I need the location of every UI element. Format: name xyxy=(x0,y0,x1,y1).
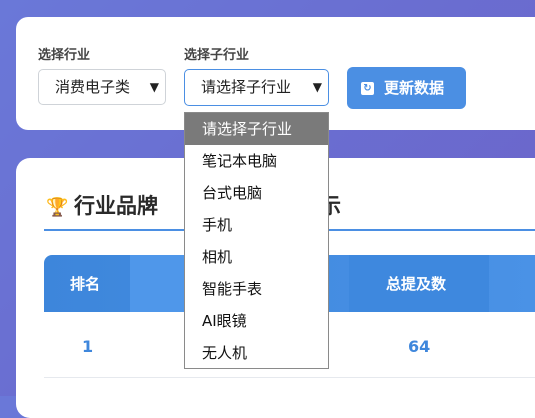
ranking-title: 🏆 行业品牌 xyxy=(46,190,158,220)
dropdown-option[interactable]: 台式电脑 xyxy=(185,177,328,209)
dropdown-option[interactable]: 相机 xyxy=(185,241,328,273)
trophy-icon: 🏆 xyxy=(46,197,69,218)
subindustry-label: 选择子行业 xyxy=(184,48,250,63)
chevron-down-icon: ▼ xyxy=(312,80,322,94)
industry-select-value: 消费电子类 xyxy=(55,78,131,96)
subindustry-select-value: 请选择子行业 xyxy=(201,78,292,96)
subindustry-select[interactable]: 请选择子行业 ▼ xyxy=(184,69,329,106)
title-prefix: 行业品牌 xyxy=(74,194,158,218)
dropdown-option[interactable]: 手机 xyxy=(185,209,328,241)
refresh-data-button[interactable]: ↻ 更新数据 xyxy=(347,67,466,109)
column-header-rank[interactable]: 排名 xyxy=(70,273,100,294)
dropdown-option[interactable]: 笔记本电脑 xyxy=(185,145,328,177)
dropdown-option[interactable]: 智能手表 xyxy=(185,273,328,305)
mentions-cell: 64 xyxy=(408,337,431,356)
subindustry-dropdown: 请选择子行业 笔记本电脑 台式电脑 手机 相机 智能手表 AI眼镜 无人机 xyxy=(184,112,329,369)
refresh-button-label: 更新数据 xyxy=(384,79,445,97)
dropdown-option[interactable]: AI眼镜 xyxy=(185,305,328,337)
chevron-down-icon: ▼ xyxy=(149,80,159,94)
rank-cell: 1 xyxy=(82,337,94,356)
industry-label: 选择行业 xyxy=(38,48,91,63)
dropdown-option[interactable]: 无人机 xyxy=(185,337,328,369)
dropdown-option[interactable]: 请选择子行业 xyxy=(185,113,328,145)
refresh-icon: ↻ xyxy=(361,82,374,95)
row-divider xyxy=(44,377,535,378)
industry-select[interactable]: 消费电子类 ▼ xyxy=(38,69,166,105)
column-header-mentions[interactable]: 总提及数 xyxy=(386,273,446,294)
